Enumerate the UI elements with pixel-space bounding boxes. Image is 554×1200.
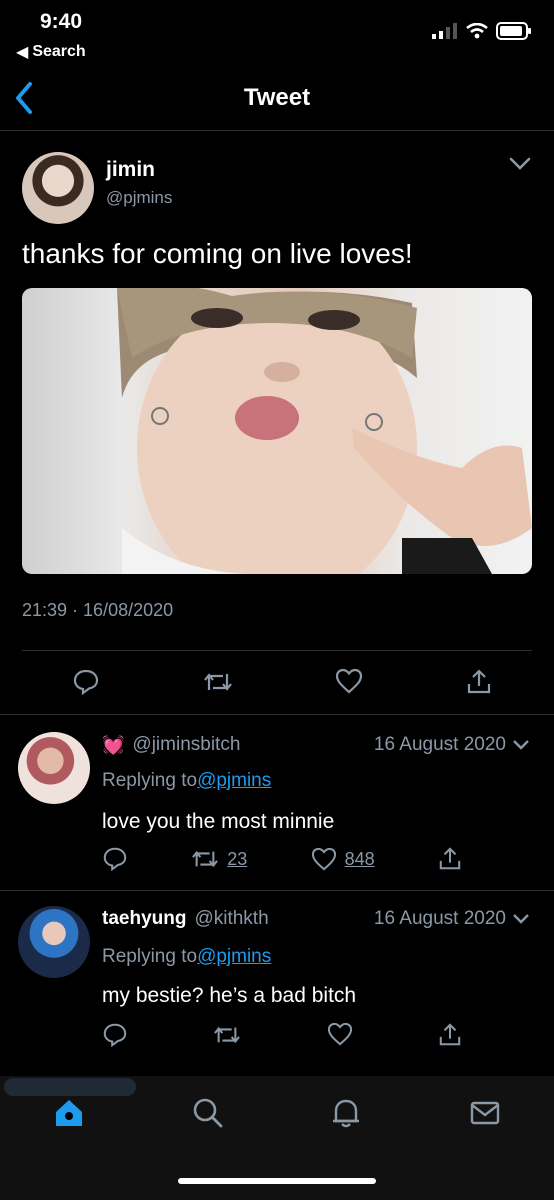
replying-prefix: Replying to xyxy=(102,770,198,791)
reply-handle[interactable]: @kithkth xyxy=(194,908,268,930)
tweet-author-avatar[interactable] xyxy=(22,152,94,224)
replying-handle-link[interactable]: @pjmins xyxy=(197,770,271,791)
back-to-search[interactable]: ◀ Search xyxy=(16,42,86,62)
reply-date: 16 August 2020 xyxy=(374,734,530,756)
tweet-actions xyxy=(72,668,492,696)
share-icon xyxy=(439,847,461,870)
home-indicator xyxy=(178,1178,376,1184)
retweet-icon[interactable] xyxy=(213,1022,241,1048)
like-icon xyxy=(311,847,336,871)
meta-divider xyxy=(22,650,532,651)
tab-bar-items xyxy=(52,1096,502,1130)
page-title: Tweet xyxy=(243,84,311,111)
reply-header: taehyung @kithkth xyxy=(102,908,269,930)
replying-handle-link[interactable]: @pjmins xyxy=(197,946,271,967)
reply-icon[interactable] xyxy=(102,1022,128,1048)
mail-icon[interactable] xyxy=(468,1096,502,1130)
tweet-photo[interactable] xyxy=(22,288,532,574)
reply-author-name[interactable]: taehyung xyxy=(102,908,186,930)
like-count[interactable]: 848 xyxy=(345,849,375,870)
tweet-divider xyxy=(0,714,554,715)
share-icon[interactable] xyxy=(466,668,492,696)
tweet-timestamp: 21:39 · 16/08/2020 xyxy=(22,600,174,620)
reply-handle[interactable]: @jiminsbitch xyxy=(132,734,240,756)
tweet-author-handle[interactable]: @pjmins xyxy=(106,188,172,208)
tweet-text: thanks for coming on live loves! xyxy=(22,238,413,269)
back-to-search-label: Search xyxy=(32,43,86,60)
reply-date-text: 16 August 2020 xyxy=(373,908,506,929)
share-button[interactable] xyxy=(438,846,462,872)
chevron-down-icon[interactable] xyxy=(512,739,530,751)
nav-divider xyxy=(0,130,554,131)
retweet-icon xyxy=(192,850,219,868)
back-triangle-icon: ◀ xyxy=(16,44,29,61)
reply-button[interactable] xyxy=(102,846,128,872)
status-icons xyxy=(432,22,532,40)
replying-prefix: Replying to xyxy=(102,946,198,967)
retweet-icon[interactable] xyxy=(203,668,233,696)
reply-icon[interactable] xyxy=(72,668,100,696)
status-time: 9:40 xyxy=(40,10,83,33)
like-icon[interactable] xyxy=(327,1022,353,1046)
reply-avatar[interactable] xyxy=(18,906,90,978)
like-button[interactable]: 848 xyxy=(311,846,375,872)
signal-icon xyxy=(432,23,457,39)
heart-emoji-icon: 💓 xyxy=(102,734,125,755)
scroll-indicator xyxy=(4,1078,136,1096)
tweet-author-name[interactable]: jimin xyxy=(106,158,155,182)
reply-date: 16 August 2020 xyxy=(374,908,530,930)
reply-icon xyxy=(103,847,127,872)
chevron-down-icon[interactable] xyxy=(508,155,532,173)
retweet-button[interactable]: 23 xyxy=(191,846,247,872)
reply-text: my bestie? he’s a bad bitch xyxy=(102,984,357,1007)
replying-to: Replying to@pjmins xyxy=(102,770,271,792)
reply-divider xyxy=(0,890,554,891)
home-icon[interactable] xyxy=(52,1096,86,1130)
reply-date-text: 16 August 2020 xyxy=(373,734,506,755)
chevron-down-icon[interactable] xyxy=(512,913,530,925)
bell-icon[interactable] xyxy=(329,1096,363,1130)
battery-icon xyxy=(496,22,531,40)
photo-illustration xyxy=(117,288,532,574)
reply-header: 💓 @jiminsbitch xyxy=(102,734,240,756)
share-icon[interactable] xyxy=(438,1022,462,1048)
like-icon[interactable] xyxy=(335,668,363,694)
reply-actions xyxy=(102,1022,462,1048)
search-icon[interactable] xyxy=(191,1096,225,1130)
reply-actions: 23 848 xyxy=(102,846,462,872)
retweet-count[interactable]: 23 xyxy=(227,849,247,870)
replying-to: Replying to@pjmins xyxy=(102,946,271,968)
wifi-icon xyxy=(466,23,488,39)
reply-text: love you the most minnie xyxy=(102,810,335,833)
reply-avatar[interactable] xyxy=(18,732,90,804)
